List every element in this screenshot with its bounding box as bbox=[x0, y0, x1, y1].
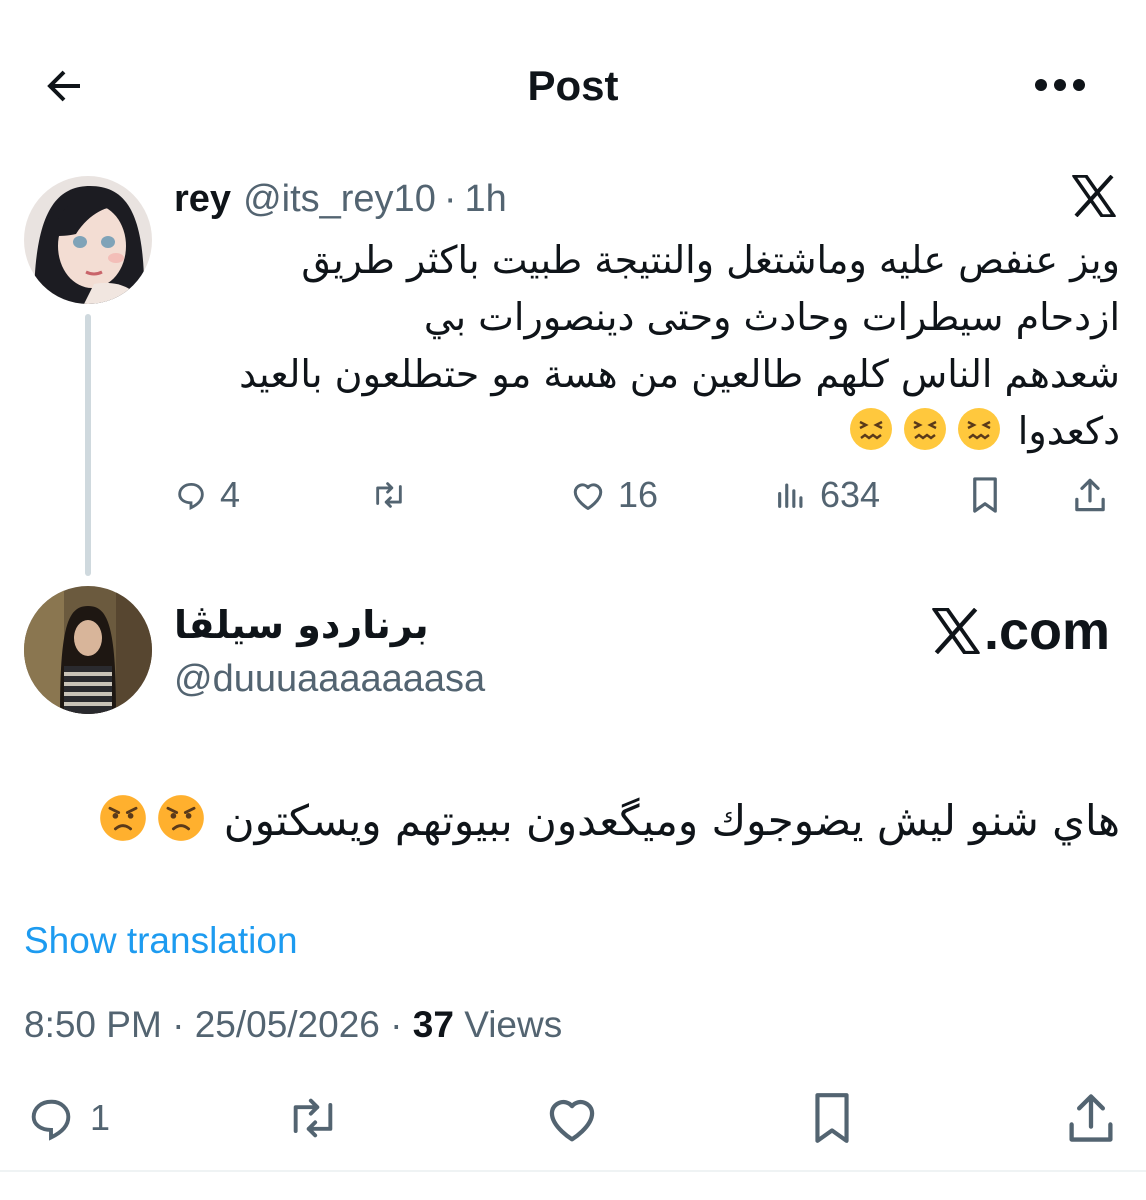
parent-repost-button[interactable] bbox=[370, 468, 408, 522]
repost-icon bbox=[376, 482, 402, 508]
angry-face-icon bbox=[156, 793, 206, 864]
meta-separator: · bbox=[172, 1004, 185, 1045]
reply-bubble-icon bbox=[178, 482, 204, 510]
parent-post-line: دكعدوا bbox=[1017, 409, 1120, 453]
x-com-label: .com bbox=[984, 601, 1111, 661]
reply-reply-button[interactable]: 1 bbox=[24, 1088, 110, 1148]
avatar-illustration bbox=[24, 176, 152, 304]
heart-icon bbox=[549, 1099, 595, 1142]
parent-views-button[interactable]: 634 bbox=[774, 468, 880, 522]
reply-display-name[interactable]: برناردو سيلڤا bbox=[174, 598, 429, 652]
parent-like-count: 16 bbox=[618, 474, 659, 515]
views-label[interactable]: Views bbox=[464, 1004, 562, 1045]
x-logo-icon bbox=[1068, 170, 1120, 222]
post-time: 8:50 PM bbox=[24, 1004, 162, 1045]
parent-handle[interactable]: @its_rey10 bbox=[243, 178, 436, 221]
parent-action-bar: 4 16 634 bbox=[170, 468, 1120, 522]
meta-separator: · bbox=[390, 1004, 403, 1045]
reply-like-button[interactable] bbox=[542, 1088, 602, 1148]
parent-reply-button[interactable]: 4 bbox=[174, 468, 240, 522]
reply-bubble-icon bbox=[31, 1099, 71, 1141]
parent-display-name[interactable]: rey bbox=[174, 178, 231, 221]
post-meta: 8:50 PM · 25/05/2026 · 37 Views bbox=[24, 1002, 562, 1048]
x-logo-icon bbox=[932, 608, 980, 654]
parent-post-last-line: دكعدوا bbox=[180, 403, 1120, 468]
avatar-photo bbox=[24, 586, 152, 714]
reply-reply-count: 1 bbox=[90, 1097, 111, 1138]
angry-face-icon bbox=[98, 793, 148, 864]
divider bbox=[0, 1170, 1146, 1172]
views-chart-icon bbox=[778, 483, 803, 508]
share-icon bbox=[1075, 478, 1105, 512]
parent-post-header: rey @its_rey10 · 1h bbox=[174, 174, 507, 224]
reply-post-body: هاي شنو ليش يضوجوك وميگعدون ببيوتهم ويسك… bbox=[223, 796, 1120, 845]
parent-post-line: شعدهم الناس كلهم طالعين من هسة مو حتطلعو… bbox=[239, 352, 1120, 396]
parent-post-text: ويز عنفص عليه وماشتغل والنتيجة طبيت باكث… bbox=[180, 232, 1120, 468]
reply-avatar[interactable] bbox=[24, 586, 152, 714]
separator-dot: · bbox=[443, 177, 457, 220]
bookmark-icon bbox=[973, 477, 997, 513]
page-title: Post bbox=[527, 62, 619, 109]
reply-share-button[interactable] bbox=[1064, 1088, 1118, 1148]
confounded-face-icon bbox=[902, 406, 948, 468]
confounded-face-icon bbox=[848, 406, 894, 468]
repost-icon bbox=[293, 1098, 333, 1138]
thread-connector-line bbox=[85, 314, 91, 576]
views-count[interactable]: 37 bbox=[413, 1004, 454, 1045]
parent-post-line: ويز عنفص عليه وماشتغل والنتيجة طبيت باكث… bbox=[301, 238, 1120, 282]
bookmark-icon bbox=[815, 1093, 849, 1143]
more-button[interactable] bbox=[1030, 60, 1090, 110]
more-horizontal-icon bbox=[1035, 79, 1085, 91]
show-translation-link[interactable]: Show translation bbox=[24, 918, 298, 964]
parent-reply-count: 4 bbox=[220, 474, 241, 515]
heart-icon bbox=[573, 483, 603, 510]
post-date: 25/05/2026 bbox=[194, 1004, 380, 1045]
reply-bookmark-button[interactable] bbox=[810, 1088, 854, 1148]
parent-share-button[interactable] bbox=[1072, 468, 1108, 522]
parent-like-button[interactable]: 16 bbox=[570, 468, 658, 522]
confounded-face-icon bbox=[956, 406, 1002, 468]
parent-bookmark-button[interactable] bbox=[970, 468, 1000, 522]
reply-repost-button[interactable] bbox=[282, 1088, 344, 1148]
parent-post-time[interactable]: 1h bbox=[464, 178, 506, 221]
parent-post-line: ازدحام سيطرات وحادث وحتى دينصورات بي bbox=[423, 295, 1120, 339]
parent-avatar[interactable] bbox=[24, 176, 152, 304]
share-icon bbox=[1069, 1094, 1113, 1142]
x-com-watermark: .com bbox=[932, 600, 1110, 662]
reply-handle[interactable]: @duuuaaaaaaasa bbox=[174, 656, 485, 702]
reply-action-bar: 1 bbox=[24, 1088, 1124, 1148]
reply-post-text: هاي شنو ليش يضوجوك وميگعدون ببيوتهم ويسك… bbox=[20, 786, 1120, 864]
parent-view-count: 634 bbox=[820, 474, 881, 515]
